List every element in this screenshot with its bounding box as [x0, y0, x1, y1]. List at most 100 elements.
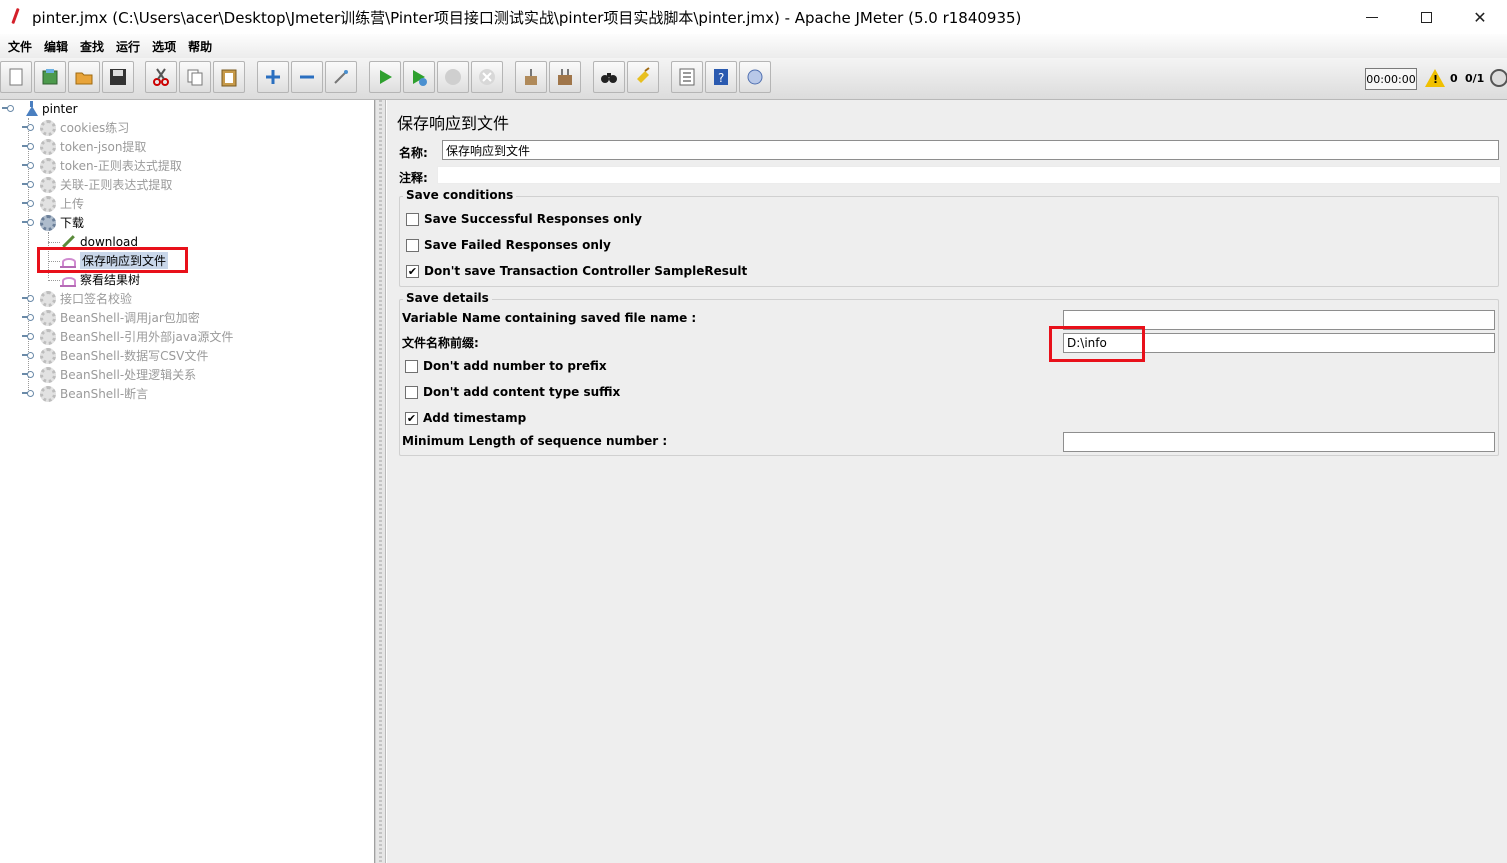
save-successful-only-checkbox[interactable] — [406, 212, 419, 226]
tree-toggle-icon[interactable] — [22, 180, 34, 188]
tree-item-thread-group[interactable]: cookies练习 — [22, 118, 129, 137]
dont-add-number-label: Don't add number to prefix — [423, 359, 607, 373]
save-button[interactable] — [102, 61, 134, 93]
tree-item-label: 下载 — [60, 216, 85, 230]
window-title: pinter.jmx (C:\Users\acer\Desktop\Jmeter… — [32, 8, 1022, 27]
menu-bar: 文件 编辑 查找 运行 选项 帮助 — [0, 34, 1507, 58]
close-button[interactable]: ✕ — [1453, 0, 1507, 34]
save-failed-only-checkbox[interactable] — [406, 238, 419, 252]
toolbar: ? — [0, 58, 1507, 100]
filename-prefix-label: 文件名称前缀: — [402, 336, 479, 350]
tree-toggle-icon[interactable] — [22, 218, 34, 226]
start-button[interactable] — [369, 61, 401, 93]
cut-button[interactable] — [145, 61, 177, 93]
reset-search-button[interactable] — [627, 61, 659, 93]
tree-item-thread-group[interactable]: token-正则表达式提取 — [22, 156, 182, 175]
dont-add-number-option[interactable]: Don't add number to prefix — [405, 359, 607, 373]
log-viewer-icon[interactable] — [1490, 69, 1507, 87]
shutdown-button[interactable] — [471, 61, 503, 93]
expand-all-button[interactable] — [257, 61, 289, 93]
open-button[interactable] — [68, 61, 100, 93]
tree-item-label: pinter — [42, 101, 78, 116]
thread-group-gear-icon — [40, 176, 56, 193]
tree-item-thread-group[interactable]: BeanShell-调用jar包加密 — [22, 308, 200, 327]
add-timestamp-checkbox[interactable]: ✔ — [405, 411, 418, 425]
stop-button[interactable] — [437, 61, 469, 93]
thread-group-gear-icon — [40, 385, 56, 402]
clear-button[interactable] — [515, 61, 547, 93]
tree-item-thread-group[interactable]: BeanShell-处理逻辑关系 — [22, 365, 196, 384]
tree-toggle-icon[interactable] — [2, 104, 14, 112]
copy-button[interactable] — [179, 61, 211, 93]
comment-input[interactable] — [437, 166, 1501, 184]
copy-icon — [187, 69, 203, 86]
dont-add-content-type-checkbox[interactable] — [405, 385, 418, 399]
warning-icon[interactable] — [1425, 69, 1445, 87]
save-failed-only-option[interactable]: Save Failed Responses only — [406, 238, 611, 252]
maximize-button[interactable] — [1399, 0, 1453, 34]
play-no-pause-icon — [413, 70, 427, 86]
search-button[interactable] — [593, 61, 625, 93]
function-helper-button[interactable] — [671, 61, 703, 93]
remote-button[interactable] — [739, 61, 771, 93]
dont-save-transaction-checkbox[interactable]: ✔ — [406, 264, 419, 278]
tree-item-thread-group[interactable]: 接口签名校验 — [22, 289, 132, 308]
svg-text:?: ? — [718, 71, 724, 85]
thread-group-gear-icon — [40, 290, 56, 307]
tree-toggle-icon[interactable] — [22, 370, 34, 378]
tree-toggle-icon[interactable] — [22, 199, 34, 207]
menu-file[interactable]: 文件 — [2, 38, 38, 55]
tree-item-download-group[interactable]: 下载 — [22, 213, 84, 232]
tree-toggle-icon[interactable] — [22, 332, 34, 340]
tree-toggle-icon[interactable] — [22, 123, 34, 131]
tree-toggle-icon[interactable] — [22, 389, 34, 397]
tree-item-thread-group[interactable]: 关联-正则表达式提取 — [22, 175, 172, 194]
menu-search[interactable]: 查找 — [74, 38, 110, 55]
tree-toggle-icon[interactable] — [22, 142, 34, 150]
min-length-input[interactable] — [1063, 432, 1495, 452]
jmeter-feather-icon — [8, 7, 24, 27]
broom-icon — [525, 69, 537, 85]
start-no-pauses-button[interactable] — [403, 61, 435, 93]
panel-title: 保存响应到文件 — [397, 114, 510, 133]
highlight-box-prefix — [1049, 326, 1145, 362]
tree-item-label: BeanShell-断言 — [60, 387, 149, 401]
menu-help[interactable]: 帮助 — [182, 38, 218, 55]
dont-save-transaction-label: Don't save Transaction Controller Sample… — [424, 264, 748, 278]
menu-edit[interactable]: 编辑 — [38, 38, 74, 55]
comment-label: 注释: — [399, 171, 428, 185]
thread-group-gear-icon — [40, 119, 56, 136]
name-input[interactable]: 保存响应到文件 — [442, 140, 1499, 160]
dont-add-content-type-option[interactable]: Don't add content type suffix — [405, 385, 620, 399]
tree-item-thread-group[interactable]: BeanShell-数据写CSV文件 — [22, 346, 208, 365]
tree-toggle-icon[interactable] — [22, 161, 34, 169]
menu-options[interactable]: 选项 — [146, 38, 182, 55]
clear-all-button[interactable] — [549, 61, 581, 93]
tree-item-thread-group[interactable]: token-json提取 — [22, 137, 146, 156]
tree-toggle-icon[interactable] — [22, 351, 34, 359]
split-pane-divider[interactable] — [375, 100, 386, 863]
tree-item-thread-group[interactable]: 上传 — [22, 194, 84, 213]
save-successful-only-option[interactable]: Save Successful Responses only — [406, 212, 642, 226]
variable-name-label: Variable Name containing saved file name… — [402, 311, 697, 325]
dont-add-number-checkbox[interactable] — [405, 359, 418, 373]
help-button[interactable]: ? — [705, 61, 737, 93]
tree-toggle-icon[interactable] — [22, 294, 34, 302]
tree-toggle-icon[interactable] — [22, 313, 34, 321]
tree-item-thread-group[interactable]: BeanShell-引用外部java源文件 — [22, 327, 233, 346]
tree-item-root[interactable]: pinter — [2, 99, 78, 118]
listener-icon — [60, 273, 76, 287]
toggle-button[interactable] — [325, 61, 357, 93]
templates-button[interactable] — [34, 61, 66, 93]
tree-item-thread-group[interactable]: BeanShell-断言 — [22, 384, 148, 403]
dont-save-transaction-option[interactable]: ✔ Don't save Transaction Controller Samp… — [406, 264, 747, 278]
menu-run[interactable]: 运行 — [110, 38, 146, 55]
save-failed-only-label: Save Failed Responses only — [424, 238, 611, 252]
collapse-all-button[interactable] — [291, 61, 323, 93]
add-timestamp-label: Add timestamp — [423, 411, 527, 425]
add-timestamp-option[interactable]: ✔ Add timestamp — [405, 411, 526, 425]
minimize-button[interactable] — [1345, 0, 1399, 34]
minimize-icon — [1366, 16, 1378, 18]
new-button[interactable] — [0, 61, 32, 93]
paste-button[interactable] — [213, 61, 245, 93]
